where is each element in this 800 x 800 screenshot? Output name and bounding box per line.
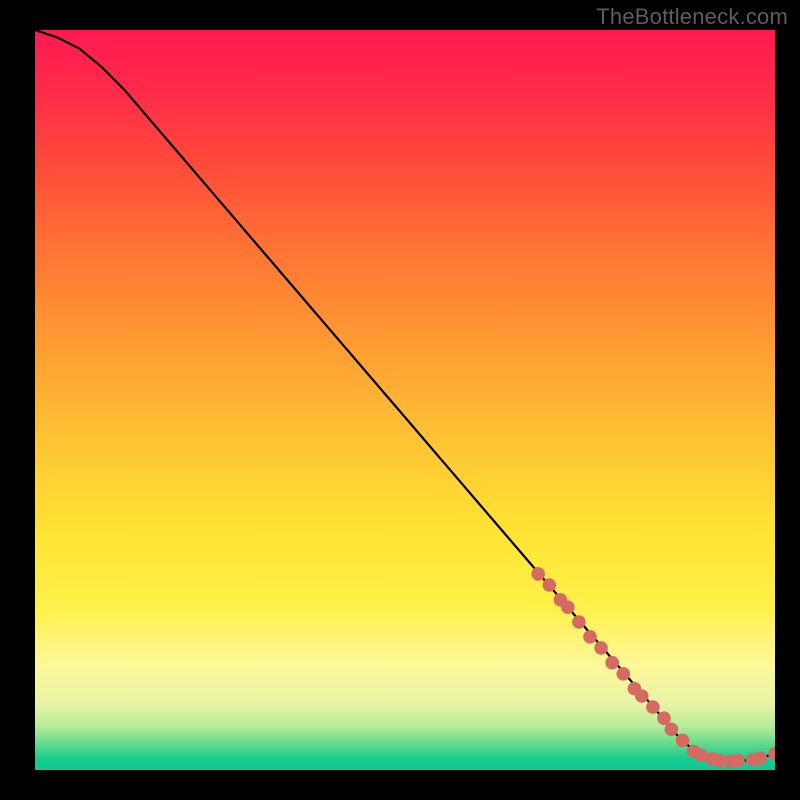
- data-marker: [583, 630, 597, 644]
- data-marker: [657, 711, 671, 725]
- data-marker: [605, 656, 619, 670]
- data-marker: [665, 723, 679, 737]
- data-marker: [635, 689, 649, 703]
- watermark-text: TheBottleneck.com: [596, 4, 788, 30]
- chart-stage: TheBottleneck.com: [0, 0, 800, 800]
- data-marker: [617, 667, 631, 681]
- data-marker: [646, 700, 660, 714]
- plot-area: [35, 30, 775, 770]
- gradient-background: [35, 30, 775, 770]
- data-marker: [561, 600, 575, 614]
- data-marker: [594, 641, 608, 655]
- data-marker: [676, 734, 690, 748]
- chart-svg: [35, 30, 775, 770]
- data-marker: [731, 754, 745, 768]
- data-marker: [753, 751, 767, 765]
- data-marker: [543, 578, 557, 592]
- data-marker: [572, 615, 586, 629]
- data-marker: [531, 567, 545, 581]
